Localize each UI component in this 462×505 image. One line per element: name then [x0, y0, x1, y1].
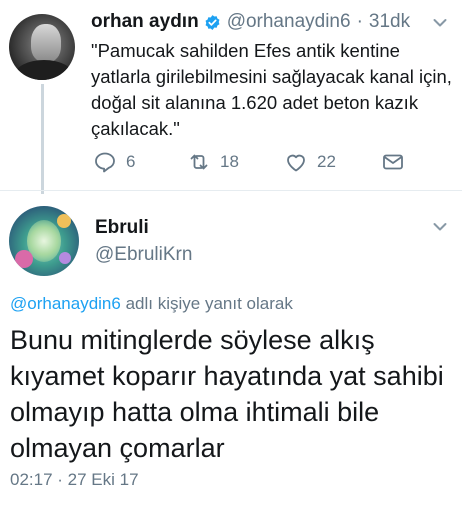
avatar[interactable]: [9, 206, 79, 276]
reply-icon: [95, 152, 115, 173]
author-name[interactable]: orhan aydın: [91, 11, 199, 33]
author-name[interactable]: Ebruli: [95, 217, 149, 239]
tweet-divider: [0, 190, 462, 191]
parent-tweet[interactable]: orhan aydın @orhanaydin6 · 31dk "Pamucak…: [0, 0, 462, 194]
reply-mention-link[interactable]: @orhanaydin6: [10, 294, 121, 313]
tweet-header: orhan aydın @orhanaydin6 · 31dk: [91, 11, 410, 33]
separator-dot: ·: [356, 11, 363, 32]
tweet-text: Bunu mitinglerde söylese alkış kıyamet k…: [10, 325, 444, 463]
direct-message-icon: [383, 154, 403, 170]
tweet-actions: 6 18 22: [91, 150, 421, 174]
retweet-count: 18: [220, 152, 239, 171]
author-handle[interactable]: @EbruliKrn: [95, 244, 192, 266]
direct-message-button[interactable]: [381, 150, 405, 174]
author-handle[interactable]: @orhanaydin6: [227, 11, 351, 33]
retweet-icon: [190, 154, 208, 170]
thread-connector-line: [41, 84, 44, 194]
avatar[interactable]: [9, 14, 75, 80]
tweet-text: "Pamucak sahilden Efes antik kentine yat…: [91, 40, 452, 139]
like-count: 22: [317, 152, 336, 171]
reply-button[interactable]: 6: [93, 150, 135, 174]
chevron-down-icon[interactable]: [433, 222, 447, 232]
retweet-button[interactable]: 18: [187, 150, 239, 174]
chevron-down-icon[interactable]: [433, 18, 447, 28]
verified-badge-icon: [205, 14, 220, 30]
tweet-timestamp[interactable]: 02:17 · 27 Eki 17: [10, 470, 139, 490]
tweet-age[interactable]: 31dk: [369, 11, 410, 33]
replying-to-line: @orhanaydin6 adlı kişiye yanıt olarak: [10, 294, 293, 314]
like-button[interactable]: 22: [284, 150, 336, 174]
reply-to-label: adlı kişiye yanıt olarak: [125, 294, 293, 313]
like-icon: [287, 154, 305, 172]
reply-count: 6: [126, 152, 136, 171]
